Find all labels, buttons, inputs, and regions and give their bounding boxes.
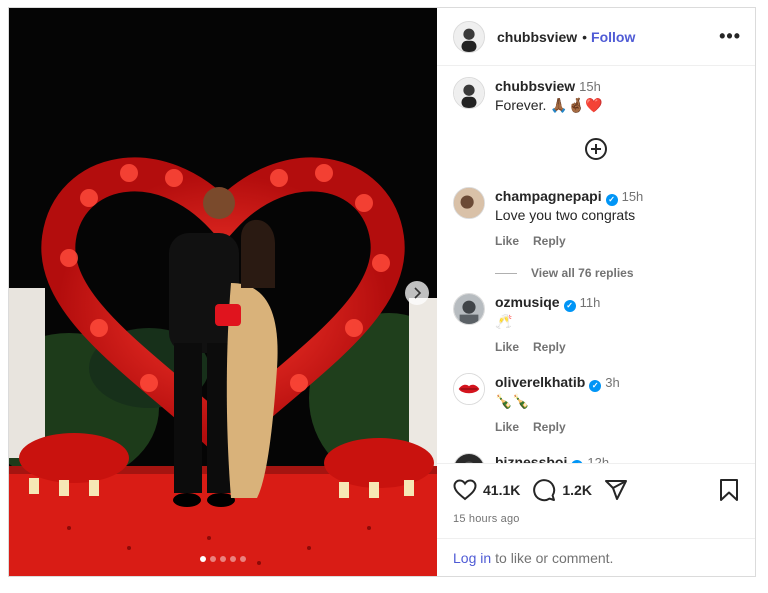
add-comment-icon[interactable] — [585, 138, 607, 160]
comment-body: biznessboi ✓12h — [495, 453, 609, 463]
comment-username[interactable]: ozmusiqe — [495, 294, 560, 310]
like-comment-button[interactable]: Like — [495, 420, 519, 434]
avatar-image — [454, 294, 484, 324]
comment-time[interactable]: 11h — [580, 295, 601, 310]
post-modal: chubbsview • Follow ••• chubbsview 15h Fo… — [8, 7, 756, 577]
view-replies-button[interactable]: View all 76 replies — [495, 266, 634, 280]
post-header: chubbsview • Follow ••• — [437, 8, 755, 66]
commenter-avatar[interactable] — [453, 293, 485, 325]
comment-row: champagnepapi ✓ 15h Love you two congrats … — [437, 187, 755, 250]
follow-button[interactable]: Follow — [591, 29, 635, 45]
verified-badge-icon: ✓ — [571, 460, 584, 463]
reply-button[interactable]: Reply — [533, 234, 566, 248]
post-image[interactable] — [9, 8, 437, 576]
caption-username[interactable]: chubbsview — [495, 78, 575, 94]
post-timestamp[interactable]: 15 hours ago — [453, 513, 739, 525]
comment-icon[interactable] — [532, 478, 556, 502]
heart-icon[interactable] — [453, 479, 477, 501]
comment-text: 🍾🍾 — [495, 393, 530, 409]
reply-button[interactable]: Reply — [533, 340, 566, 354]
view-replies-label: View all 76 replies — [531, 266, 634, 280]
share-icon[interactable] — [604, 478, 628, 502]
comments-count[interactable]: 1.2K — [562, 482, 592, 498]
login-link[interactable]: Log in — [453, 550, 491, 566]
comments-list[interactable]: chubbsview 15h Forever. 🙏🏾🤞🏾❤️ champagnep… — [437, 66, 755, 463]
more-options-icon[interactable]: ••• — [719, 26, 741, 47]
slide-dot — [230, 556, 236, 562]
login-prompt: Log in to like or comment. — [437, 538, 755, 576]
likes-count[interactable]: 41.1K — [483, 482, 520, 498]
comment-text: 🥂 — [495, 313, 513, 329]
avatar-image — [454, 188, 484, 218]
post-side-panel: chubbsview • Follow ••• chubbsview 15h Fo… — [437, 8, 755, 576]
verified-badge-icon: ✓ — [605, 194, 618, 206]
like-comment-button[interactable]: Like — [495, 234, 519, 248]
comment-username[interactable]: oliverelkhatib — [495, 374, 585, 390]
comment-row: biznessboi ✓12h — [437, 453, 755, 463]
comment-row: ozmusiqe ✓ 11h 🥂 Like Reply — [437, 293, 755, 356]
author-avatar[interactable] — [453, 20, 485, 53]
post-photo-illustration — [9, 8, 437, 576]
caption-text: Forever. 🙏🏾🤞🏾❤️ — [495, 97, 603, 113]
avatar-image — [454, 21, 484, 52]
comment-text: Love you two congrats — [495, 207, 636, 223]
avatar-image — [454, 78, 484, 108]
separator-dot: • — [582, 28, 588, 45]
commenter-avatar[interactable] — [453, 453, 485, 463]
reply-button[interactable]: Reply — [533, 420, 566, 434]
caption-body: chubbsview 15h Forever. 🙏🏾🤞🏾❤️ — [495, 77, 603, 114]
lips-logo-icon — [454, 374, 484, 404]
comment-row: oliverelkhatib ✓ 3h 🍾🍾 Like Reply — [437, 373, 755, 436]
comment-body: ozmusiqe ✓ 11h 🥂 Like Reply — [495, 293, 600, 356]
author-avatar[interactable] — [453, 77, 485, 109]
comment-username[interactable]: biznessboi — [495, 454, 567, 463]
comment-body: oliverelkhatib ✓ 3h 🍾🍾 Like Reply — [495, 373, 620, 436]
verified-badge-icon: ✓ — [563, 300, 576, 312]
divider-line — [495, 272, 517, 274]
author-username[interactable]: chubbsview — [497, 29, 577, 45]
slide-dot — [210, 556, 216, 562]
commenter-avatar[interactable] — [453, 373, 485, 405]
commenter-avatar[interactable] — [453, 187, 485, 219]
like-comment-button[interactable]: Like — [495, 340, 519, 354]
caption-row: chubbsview 15h Forever. 🙏🏾🤞🏾❤️ — [437, 77, 755, 114]
avatar-image — [454, 454, 484, 463]
comment-time[interactable]: 3h — [605, 375, 619, 390]
comment-time[interactable]: 15h — [622, 189, 644, 204]
slide-dot — [200, 556, 206, 562]
chevron-right-icon — [414, 287, 422, 299]
verified-badge-icon: ✓ — [589, 380, 602, 392]
slide-dot — [240, 556, 246, 562]
comment-time[interactable]: 12h — [587, 455, 609, 463]
next-slide-button[interactable] — [405, 281, 429, 305]
caption-time[interactable]: 15h — [579, 79, 601, 94]
comment-body: champagnepapi ✓ 15h Love you two congrats … — [495, 187, 643, 250]
bookmark-icon[interactable] — [719, 478, 739, 502]
login-prompt-text: to like or comment. — [495, 549, 614, 566]
slide-indicator — [9, 556, 437, 562]
comment-username[interactable]: champagnepapi — [495, 188, 602, 204]
slide-dot — [220, 556, 226, 562]
